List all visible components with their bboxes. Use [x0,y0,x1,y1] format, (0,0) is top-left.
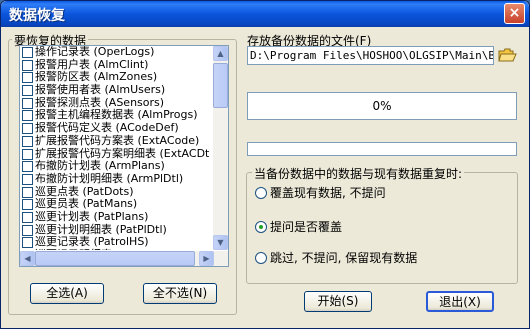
item-label: 布撤防计划明细表 (ArmPlDtl) [35,171,184,185]
exit-button[interactable]: 退出(X) [426,291,494,312]
horizontal-scroll-thumb[interactable] [35,251,195,266]
deselect-all-button[interactable]: 全不选(N) [143,283,217,304]
overwrite-option-label: 覆盖现有数据, 不提问 [270,186,386,200]
item-label: 巡更员表 (PatMans) [35,197,138,211]
close-button[interactable]: × [504,3,525,24]
start-button[interactable]: 开始(S) [304,291,372,312]
overwrite-radio[interactable] [255,187,267,199]
restore-dialog: 数据恢复 × 要恢复的数据 操作记录表 (OperLogs) 报警用户表 (Alm… [0,0,530,329]
item-checkbox[interactable] [22,47,33,58]
list-item[interactable]: 巡更记录明细表 (PatRHSD) [20,248,214,250]
restore-progress-bar: 0% [247,92,517,120]
title-bar[interactable]: 数据恢复 × [1,1,529,27]
vertical-scrollbar[interactable]: ▲ ▼ [213,46,228,250]
secondary-progress-bar [247,142,517,156]
item-label: 报警主机编程数据表 (AlmProgs) [35,108,198,122]
close-icon: × [508,5,521,21]
folder-open-icon [498,48,517,62]
table-checklist[interactable]: 操作记录表 (OperLogs) 报警用户表 (AlmClint) 报警防区表 (A… [19,45,229,267]
vertical-scroll-thumb[interactable] [213,63,228,108]
item-checkbox[interactable] [22,148,33,160]
item-checkbox[interactable] [22,97,33,109]
backup-file-path-input[interactable]: D:\Program Files\HOSHOO\OLGSIP\Main\Back… [247,46,494,65]
item-checkbox[interactable] [22,237,33,249]
item-checkbox[interactable] [22,224,33,236]
scroll-down-icon[interactable]: ▼ [213,235,228,250]
item-label: 巡更记录明细表 (PatRHSD) [35,248,173,250]
browse-folder-button[interactable] [497,45,518,66]
item-label: 报警探测点表 (ASensors) [35,95,165,109]
scroll-right-icon[interactable]: ▶ [199,251,214,266]
item-label: 扩展报警代码方案表 (ExtACode) [35,133,200,147]
window-title: 数据恢复 [9,8,65,24]
item-checkbox[interactable] [22,59,33,71]
item-checkbox[interactable] [22,173,33,185]
item-checkbox[interactable] [22,186,33,198]
item-label: 报警用户表 (AlmClint) [35,57,149,71]
item-label: 巡更记录表 (PatrolHS) [35,235,149,249]
item-label: 操作记录表 (OperLogs) [35,46,155,58]
conflict-group-label: 当备份数据中的数据与现有数据重复时: [252,165,465,182]
item-checkbox[interactable] [22,110,33,122]
table-checklist-items: 操作记录表 (OperLogs) 报警用户表 (AlmClint) 报警防区表 (A… [20,46,214,250]
progress-text: 0% [372,99,392,113]
item-label: 报警使用者表 (AlmUsers) [35,83,166,97]
item-label: 巡更计划明细表 (PatPlDtl) [35,222,167,236]
skip-radio[interactable] [255,252,267,264]
item-label: 巡更计划表 (PatPlans) [35,209,149,223]
item-label: 扩展报警代码方案明细表 (ExtACDt [35,146,210,160]
item-checkbox[interactable] [22,135,33,147]
item-label: 报警防区表 (AlmZones) [35,70,158,84]
ask-option-label: 提问是否覆盖 [270,220,343,234]
select-all-button[interactable]: 全选(A) [30,283,104,304]
scroll-left-icon[interactable]: ◀ [20,251,35,266]
item-label: 报警代码定义表 (ACodeDef) [35,121,179,135]
skip-option-label: 跳过, 不提问, 保留现有数据 [270,251,418,265]
item-checkbox[interactable] [22,199,33,211]
horizontal-scrollbar[interactable]: ◀ ▶ [20,251,228,266]
ask-radio[interactable] [255,221,267,233]
item-label: 布撤防计划表 (ArmPlans) [35,159,165,173]
item-checkbox[interactable] [22,72,33,84]
item-checkbox[interactable] [22,211,33,223]
scroll-up-icon[interactable]: ▲ [213,46,228,61]
item-checkbox[interactable] [22,85,33,97]
item-checkbox[interactable] [22,161,33,173]
item-checkbox[interactable] [22,123,33,135]
item-label: 巡更点表 (PatDots) [35,184,134,198]
